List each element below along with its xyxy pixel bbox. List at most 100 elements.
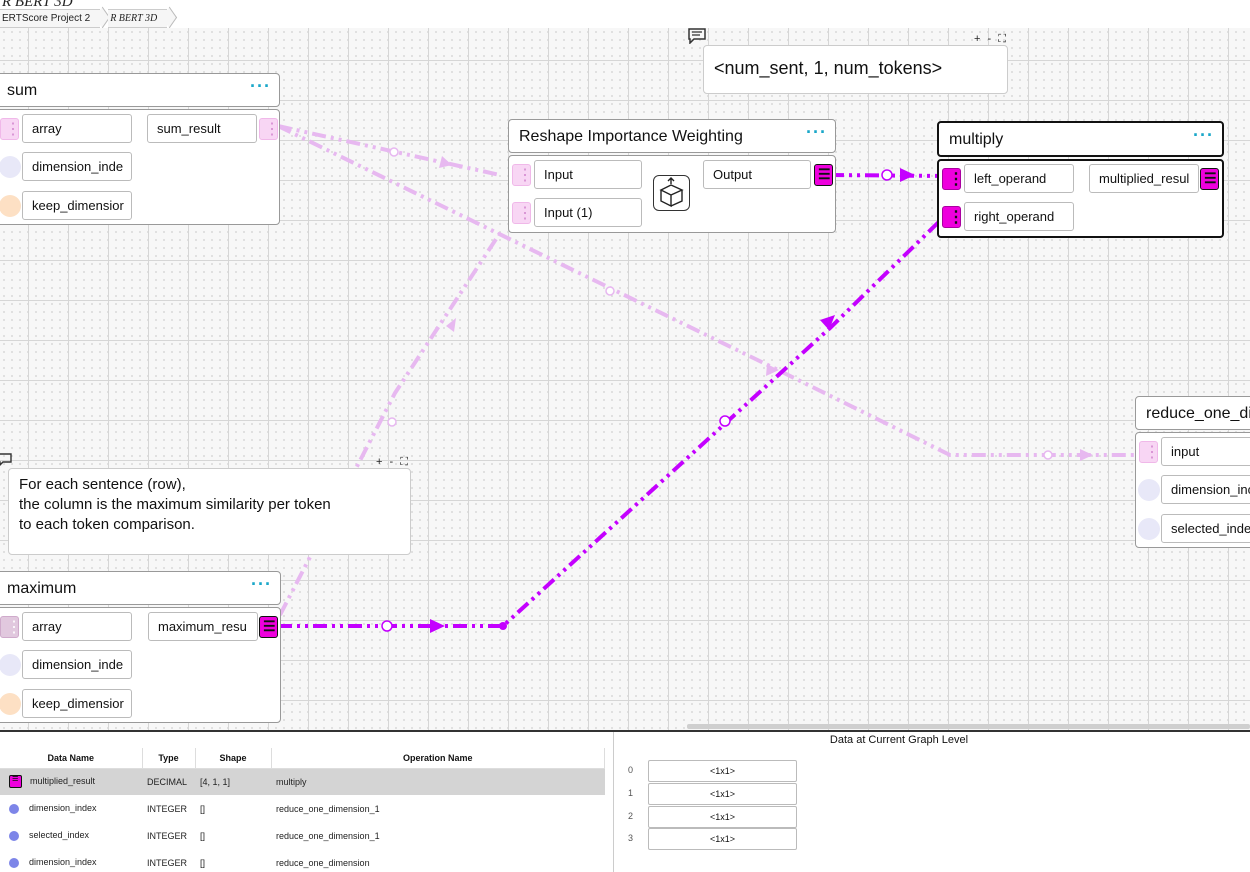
list-port-icon[interactable]	[814, 164, 833, 186]
output-port[interactable]: multiplied_resul	[1089, 164, 1199, 193]
node-header[interactable]: reduce_one_di	[1135, 396, 1250, 430]
node-header[interactable]: maximum ···	[0, 571, 281, 605]
dot-icon	[9, 830, 19, 841]
node-reduce-one-dimension[interactable]: reduce_one_di input dimension_inc select…	[1135, 396, 1250, 548]
node-multiply[interactable]: multiply ··· left_operand right_operand …	[937, 121, 1224, 238]
table-row[interactable]: dimension_index INTEGER [] reduce_one_di…	[0, 849, 605, 872]
node-title: multiply	[949, 131, 1004, 148]
operation-cell: reduce_one_dimension_1	[276, 830, 380, 841]
input-port[interactable]: input	[1161, 437, 1250, 466]
scalar-port-icon[interactable]	[1138, 479, 1160, 501]
array-port-icon[interactable]	[1139, 441, 1160, 463]
table-row[interactable]: selected_index INTEGER [] reduce_one_dim…	[0, 822, 605, 849]
edge-sum-to-reshape-input	[277, 124, 501, 177]
table-row[interactable]: multiplied_result DECIMAL [4, 1, 1] mult…	[0, 768, 605, 795]
item-value[interactable]: <1x1>	[648, 783, 797, 805]
list-port-icon[interactable]	[259, 616, 278, 638]
node-body: array dimension_inde keep_dimensior sum_…	[0, 109, 280, 225]
node-title: Reshape Importance Weighting	[519, 128, 743, 145]
comment-icon[interactable]	[688, 28, 706, 47]
shape-comment[interactable]: <num_sent, 1, num_tokens>	[703, 45, 1008, 94]
array-port-icon[interactable]	[259, 118, 280, 140]
table-row[interactable]: dimension_index INTEGER [] reduce_one_di…	[0, 795, 605, 822]
node-header[interactable]: Reshape Importance Weighting ···	[508, 119, 836, 153]
array-port-icon[interactable]	[512, 202, 533, 224]
data-table: Data Name Type Shape Operation Name mult…	[0, 748, 605, 872]
shape-comment-text: <num_sent, 1, num_tokens>	[714, 58, 943, 78]
array-port-icon[interactable]	[942, 206, 964, 228]
scalar-port-icon[interactable]	[0, 156, 21, 178]
node-menu-icon[interactable]: ···	[251, 574, 272, 595]
item-index: 1	[628, 788, 634, 798]
edge-maximum-to-multiply-right	[278, 211, 950, 628]
output-port[interactable]: Output	[703, 160, 811, 189]
array-port-icon[interactable]	[0, 616, 22, 638]
array-port-icon[interactable]	[0, 118, 21, 140]
input-port[interactable]: selected_inde	[1161, 514, 1250, 543]
shape-cell: []	[200, 803, 206, 814]
column-header[interactable]: Shape	[195, 748, 272, 769]
list-item[interactable]: 3 <1x1>	[614, 828, 804, 850]
similarity-comment[interactable]: For each sentence (row), the column is t…	[8, 468, 411, 555]
output-port[interactable]: maximum_resu	[148, 612, 258, 641]
item-value[interactable]: <1x1>	[648, 828, 797, 850]
data-level-title: Data at Current Graph Level	[829, 734, 969, 746]
scalar-port-icon[interactable]	[1138, 518, 1160, 540]
node-header[interactable]: multiply ···	[937, 121, 1224, 157]
breadcrumb-project[interactable]: ERTScore Project 2	[0, 9, 101, 28]
comment-line: to each token comparison.	[19, 516, 195, 533]
input-port[interactable]: dimension_inde	[22, 152, 132, 181]
item-index: 2	[628, 811, 634, 821]
dot-icon	[9, 803, 19, 814]
list-port-icon[interactable]	[1200, 168, 1219, 190]
shape-cell: []	[200, 830, 206, 841]
column-header[interactable]: Data Name	[0, 748, 143, 769]
input-port[interactable]: dimension_inc	[1161, 475, 1250, 504]
input-port[interactable]: Input	[534, 160, 642, 189]
input-port[interactable]: right_operand	[964, 202, 1074, 231]
item-value[interactable]: <1x1>	[648, 760, 797, 782]
data-name-cell: multiplied_result	[30, 776, 96, 787]
input-port[interactable]: keep_dimensior	[22, 689, 132, 718]
input-port[interactable]: dimension_inde	[22, 650, 132, 679]
node-header[interactable]: sum ···	[0, 73, 280, 107]
input-port[interactable]: array	[22, 114, 132, 143]
horizontal-scrollbar[interactable]	[687, 724, 1250, 729]
operation-cell: reduce_one_dimension	[276, 857, 370, 868]
array-port-icon[interactable]	[512, 164, 533, 186]
comment-line: For each sentence (row),	[19, 476, 186, 493]
column-header[interactable]: Operation Name	[271, 748, 605, 769]
input-port[interactable]: Input (1)	[534, 198, 642, 227]
boolean-port-icon[interactable]	[0, 693, 21, 715]
graph-canvas[interactable]: + - ⛶ <num_sent, 1, num_tokens> + - ⛶ Fo…	[0, 28, 1250, 730]
data-name-cell: dimension_index	[29, 803, 97, 814]
breadcrumb-graph[interactable]: R BERT 3D	[108, 9, 168, 28]
type-cell: INTEGER	[147, 830, 188, 841]
node-menu-icon[interactable]: ···	[806, 122, 827, 143]
node-menu-icon[interactable]: ···	[250, 76, 271, 97]
item-value[interactable]: <1x1>	[648, 806, 797, 828]
input-port[interactable]: array	[22, 612, 132, 641]
list-item[interactable]: 2 <1x1>	[614, 806, 804, 828]
data-panel: Data Name Type Shape Operation Name mult…	[0, 730, 1250, 872]
type-cell: INTEGER	[147, 803, 188, 814]
reshape-box-icon[interactable]	[653, 175, 690, 211]
input-port[interactable]: keep_dimensior	[22, 191, 132, 220]
array-port-icon[interactable]	[942, 168, 964, 190]
column-header[interactable]: Type	[142, 748, 196, 769]
output-port[interactable]: sum_result	[147, 114, 257, 143]
node-sum[interactable]: sum ··· array dimension_inde keep_dimens…	[0, 73, 281, 225]
node-body: left_operand right_operand multiplied_re…	[937, 159, 1224, 238]
item-index: 3	[628, 833, 634, 843]
boolean-port-icon[interactable]	[0, 195, 21, 217]
list-item[interactable]: 1 <1x1>	[614, 783, 804, 805]
type-cell: INTEGER	[147, 857, 188, 868]
list-item[interactable]: 0 <1x1>	[614, 760, 804, 782]
input-port[interactable]: left_operand	[964, 164, 1074, 193]
node-maximum[interactable]: maximum ··· array dimension_inde keep_di…	[0, 571, 282, 723]
node-title: sum	[7, 82, 38, 99]
scalar-port-icon[interactable]	[0, 654, 21, 676]
node-menu-icon[interactable]: ···	[1193, 125, 1214, 146]
operation-cell: reduce_one_dimension_1	[276, 803, 380, 814]
comment-line: the column is the maximum similarity per…	[19, 496, 331, 513]
